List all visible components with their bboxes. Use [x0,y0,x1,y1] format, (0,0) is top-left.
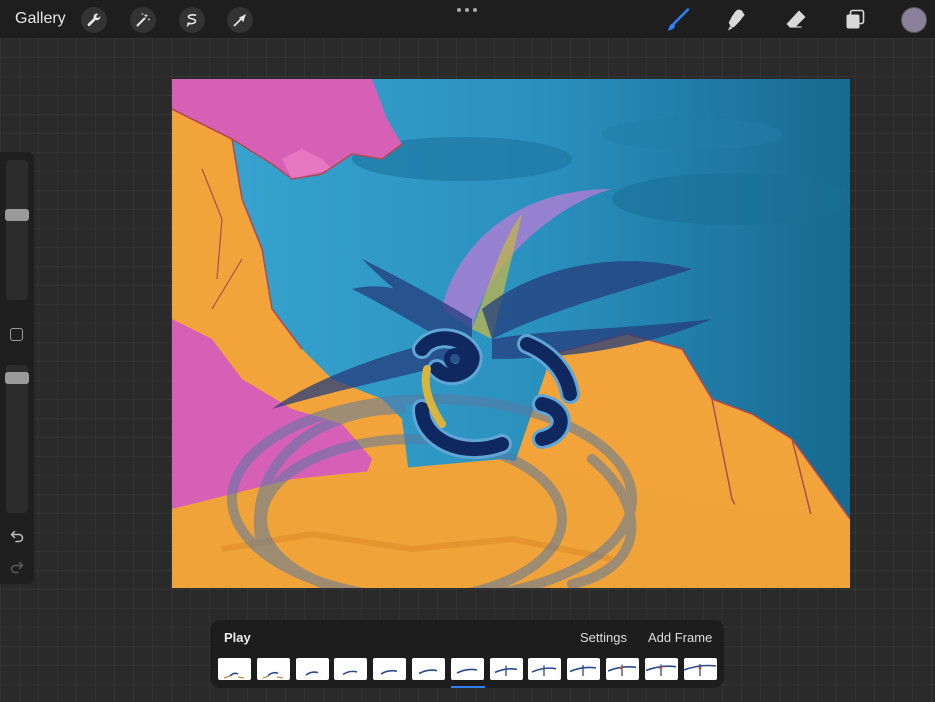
eraser-icon [786,10,806,28]
adjustments-button[interactable] [130,7,156,33]
frame-thumbnail-preview [305,671,318,676]
frame-thumbnail[interactable] [295,658,329,680]
brush-icon [667,8,690,31]
timeline-frames [218,658,718,680]
frame-thumbnail-preview [223,672,245,679]
frame-thumbnail-preview [569,665,597,676]
frame-thumbnail[interactable] [412,658,445,680]
brush-size-slider-thumb[interactable] [5,208,29,221]
settings-button[interactable]: Settings [580,630,627,645]
frame-thumbnail[interactable] [567,658,601,680]
layers-icon [846,9,865,29]
frame-thumbnail-preview [380,669,398,675]
magic-wand-icon [136,13,150,27]
frame-thumbnail[interactable] [218,658,251,680]
selection-button[interactable] [179,7,205,33]
eraser-tool-button[interactable] [783,7,809,33]
layers-button[interactable] [842,7,868,33]
frame-thumbnail[interactable] [644,658,678,680]
left-sidebar [0,152,34,584]
selection-icon [186,14,197,27]
artwork [172,79,850,588]
play-button[interactable]: Play [224,630,251,645]
opacity-slider-thumb[interactable] [5,371,29,384]
modify-square-icon[interactable] [10,328,23,341]
undo-icon[interactable] [9,527,25,543]
more-options-icon[interactable] [457,6,477,14]
add-frame-button[interactable]: Add Frame [648,630,712,645]
frame-thumbnail[interactable] [334,658,368,680]
redo-icon[interactable] [9,558,25,574]
brush-size-slider[interactable] [5,160,29,300]
frame-thumbnail-preview [262,671,283,679]
color-picker-swatch[interactable] [901,7,927,33]
brush-tool-button[interactable] [665,7,691,33]
top-toolbar: Gallery [0,0,935,38]
opacity-slider[interactable] [5,365,29,513]
frame-thumbnail-preview [418,669,438,675]
smudge-tool-button[interactable] [724,7,750,33]
smudge-icon [728,9,745,31]
frame-thumbnail-preview [683,664,716,676]
selected-frame-indicator [450,686,485,688]
transform-arrow-icon [233,14,246,27]
frame-thumbnail-preview [456,668,477,674]
frame-thumbnail-preview [532,665,557,676]
frame-thumbnail-preview [607,664,637,676]
gallery-button[interactable]: Gallery [15,10,66,28]
frame-thumbnail[interactable] [606,658,639,680]
frame-thumbnail[interactable] [528,658,562,680]
frame-thumbnail-preview [645,664,676,676]
frame-thumbnail[interactable] [256,658,290,680]
frame-thumbnail[interactable] [683,658,717,680]
frame-thumbnail-preview [494,665,517,676]
frame-thumbnail[interactable] [373,658,407,680]
frame-thumbnail[interactable] [450,658,484,680]
drawing-canvas[interactable] [172,79,850,588]
frame-thumbnail[interactable] [489,658,523,680]
wrench-icon [87,13,101,27]
transform-button[interactable] [227,7,253,33]
frame-thumbnail-preview [342,670,358,676]
actions-button[interactable] [81,7,107,33]
animation-assist-panel: Play Settings Add Frame [210,620,724,688]
